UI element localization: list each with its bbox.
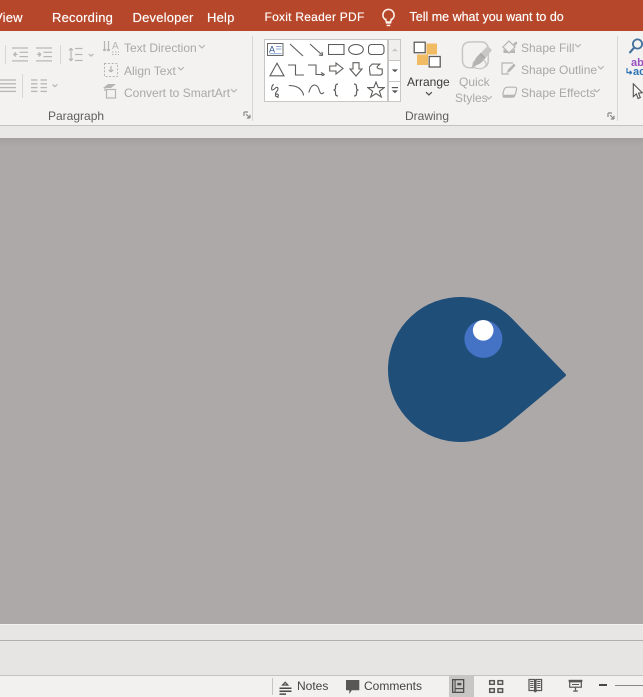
svg-text:A: A xyxy=(269,45,275,55)
svg-text:A: A xyxy=(112,41,119,52)
